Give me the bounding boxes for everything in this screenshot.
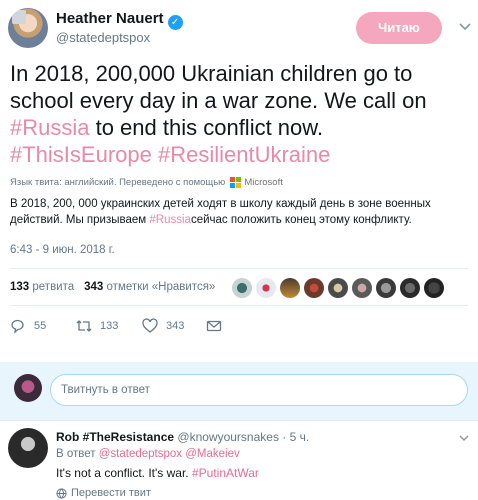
tweet-text-part: to end this conflict now. — [89, 115, 324, 140]
reply-mentions[interactable]: @statedeptspox @Makeiev — [99, 448, 240, 460]
tweet-text: In 2018, 200,000 Ukrainian children go t… — [10, 60, 468, 168]
hashtag-link[interactable]: #ThisIsEurope — [10, 142, 152, 167]
likes-label: отметки «Нравится» — [106, 281, 216, 293]
translate-tweet-label: Перевести твит — [71, 487, 151, 499]
liker-avatar[interactable] — [256, 278, 276, 298]
in-reply-to: В ответ @statedeptspox @Makeiev — [56, 448, 240, 460]
reply-author-avatar[interactable] — [8, 428, 48, 468]
hashtag-link[interactable]: #PutinAtWar — [192, 466, 259, 480]
translated-text: В 2018, 200, 000 украинских детей ходят … — [10, 196, 466, 228]
likes-stat[interactable]: 343 отметки «Нравится» — [84, 281, 215, 293]
language-note: Язык твита: английский. Переведено с пом… — [10, 177, 226, 188]
tweet-timestamp[interactable]: 6:43 - 9 июн. 2018 г. — [10, 244, 115, 256]
hashtag-link[interactable]: #Russia — [10, 115, 89, 140]
retweets-label: ретвита — [32, 281, 75, 293]
reply-text-part: It's not a conflict. It's war. — [56, 466, 192, 480]
tweet-actions: 55 133 343 — [10, 318, 222, 338]
reply-icon — [11, 319, 24, 334]
reply-input[interactable]: Твитнуть в ответ — [50, 374, 468, 406]
liker-avatars — [232, 278, 444, 298]
microsoft-logo-icon — [230, 177, 242, 188]
reply-text: It's not a conflict. It's war. #PutinAtW… — [56, 466, 259, 480]
reply-author-name[interactable]: Rob #TheResistance — [56, 430, 174, 444]
translate-tweet-link[interactable]: Перевести твит — [56, 487, 151, 499]
verified-badge-icon: ✓ — [167, 15, 183, 30]
following-button[interactable]: Читаю — [356, 12, 442, 44]
retweet-action[interactable]: 133 — [76, 318, 118, 334]
liker-avatar[interactable] — [280, 278, 300, 298]
reply-header: Rob #TheResistance @knowyoursnakes · 5 ч… — [56, 430, 309, 444]
hashtag-link[interactable]: #ResilientUkraine — [158, 142, 330, 167]
retweet-count: 133 — [100, 320, 119, 332]
retweets-stat[interactable]: 133 ретвита — [10, 281, 74, 293]
liker-avatar[interactable] — [328, 278, 348, 298]
liker-avatar[interactable] — [304, 278, 324, 298]
divider — [10, 305, 468, 306]
reply-action[interactable]: 55 — [10, 318, 46, 334]
author-avatar[interactable] — [8, 8, 48, 48]
divider — [0, 420, 478, 421]
heart-icon — [142, 318, 158, 333]
like-count: 343 — [166, 320, 185, 332]
retweet-icon — [76, 320, 92, 332]
divider — [10, 268, 468, 269]
tweet-stats: 133 ретвита 343 отметки «Нравится» — [10, 281, 215, 293]
like-action[interactable]: 343 — [142, 318, 184, 334]
liker-avatar[interactable] — [400, 278, 420, 298]
translation-note: Язык твита: английский. Переведено с пом… — [10, 177, 283, 188]
in-reply-to-label: В ответ — [56, 448, 96, 460]
liker-avatar[interactable] — [232, 278, 252, 298]
liker-avatar[interactable] — [424, 278, 444, 298]
tweet-text-part: In 2018, 200,000 Ukrainian children go t… — [10, 61, 427, 113]
translation-part: сейчас положить конец этому конфликту. — [190, 214, 412, 226]
current-user-avatar[interactable] — [14, 374, 42, 402]
hashtag-link[interactable]: #Russia — [149, 214, 191, 226]
author-handle[interactable]: @statedeptspox — [56, 30, 150, 45]
author-name[interactable]: Heather Nauert — [56, 10, 164, 27]
translator-name: Microsoft — [244, 177, 283, 188]
reply-count: 55 — [34, 320, 47, 332]
likes-count: 343 — [84, 281, 104, 293]
reply-time[interactable]: · 5 ч. — [282, 430, 309, 444]
reply-author-handle[interactable]: @knowyoursnakes — [177, 430, 279, 444]
globe-icon — [56, 487, 67, 499]
chevron-down-icon[interactable] — [458, 432, 470, 444]
author-name-row[interactable]: Heather Nauert ✓ — [56, 10, 183, 30]
retweets-count: 133 — [10, 281, 30, 293]
direct-message-action[interactable] — [206, 318, 222, 334]
mail-icon — [206, 320, 222, 332]
liker-avatar[interactable] — [376, 278, 396, 298]
chevron-down-icon[interactable] — [458, 20, 472, 34]
liker-avatar[interactable] — [352, 278, 372, 298]
